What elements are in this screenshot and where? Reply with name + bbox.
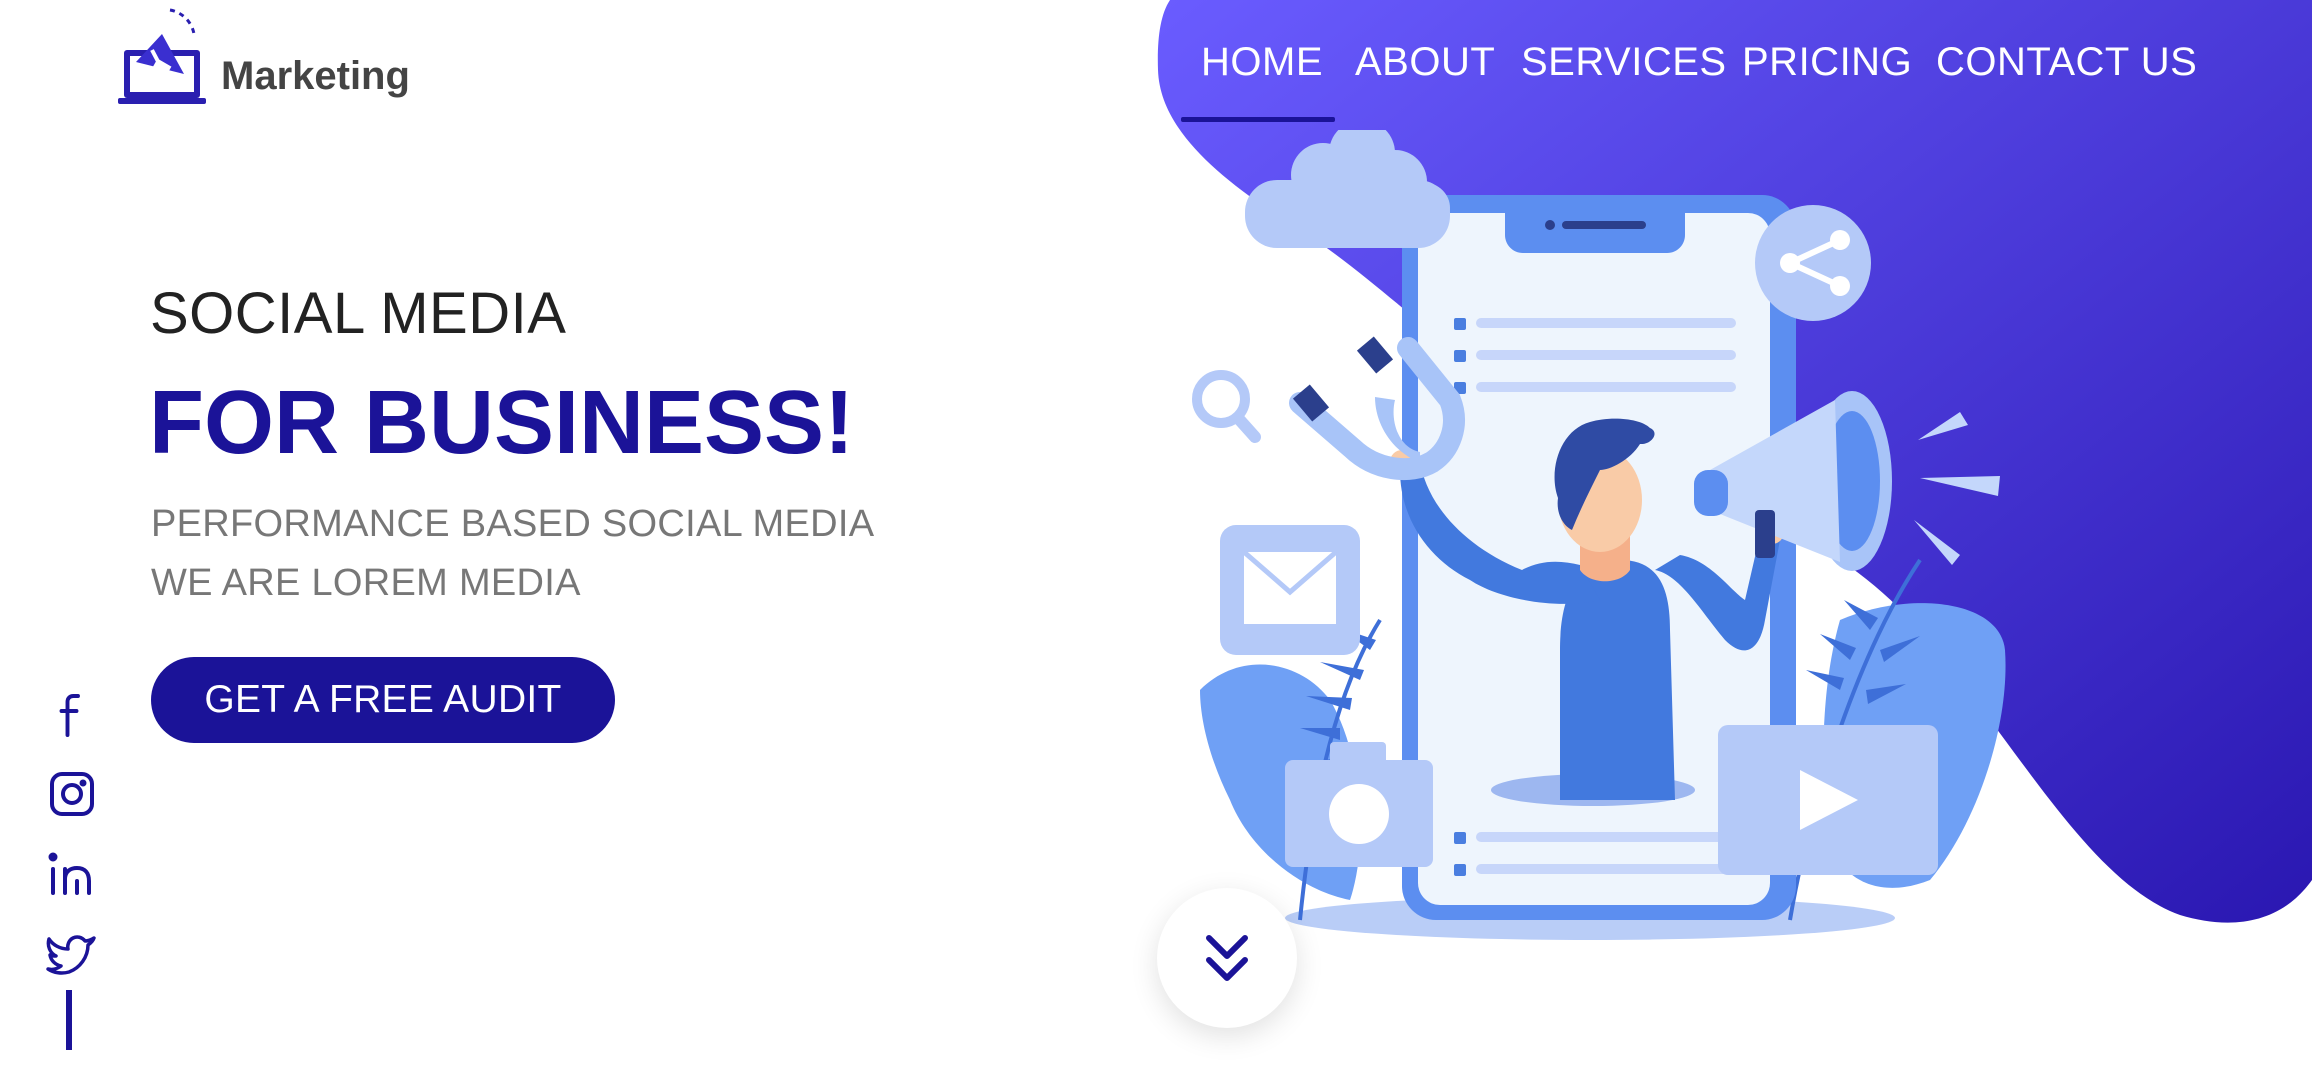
hero-tagline-line2: WE ARE LOREM MEDIA (151, 562, 581, 604)
twitter-icon[interactable] (46, 928, 98, 980)
search-icon (1192, 370, 1261, 443)
mail-icon (1220, 525, 1360, 655)
free-audit-button[interactable]: GET A FREE AUDIT (151, 657, 615, 743)
facebook-icon[interactable] (46, 688, 98, 740)
nav-item-pricing[interactable]: PRICING (1742, 40, 1912, 85)
share-icon (1755, 205, 1871, 321)
nav-active-indicator (1181, 117, 1335, 122)
nav-item-services[interactable]: SERVICES (1521, 40, 1727, 85)
instagram-icon[interactable] (46, 768, 98, 820)
camera-icon (1285, 742, 1433, 867)
brand-name: Marketing (221, 54, 410, 98)
nav-item-home[interactable]: HOME (1201, 40, 1323, 85)
hero-subtitle: SOCIAL MEDIA (150, 281, 567, 346)
cloud-icon (1245, 130, 1450, 248)
social-divider (66, 990, 72, 1050)
double-chevron-down-icon (1206, 935, 1248, 981)
nav-item-contact-us[interactable]: CONTACT US (1936, 40, 2197, 85)
nav-item-about[interactable]: ABOUT (1355, 40, 1495, 85)
scroll-down-button[interactable] (1157, 888, 1297, 1028)
hero-tagline-line1: PERFORMANCE BASED SOCIAL MEDIA (151, 503, 875, 545)
hero-title: FOR BUSINESS! (149, 373, 855, 473)
linkedin-icon[interactable] (46, 848, 98, 900)
brand-logo[interactable]: Marketing (118, 4, 438, 114)
landing-page: Marketing HOME ABOUT SERVICES PRICING CO… (0, 0, 2312, 1082)
play-icon (1718, 725, 1938, 875)
megaphone-laptop-icon (118, 8, 206, 104)
social-media-marketing-illustration (1192, 130, 2006, 940)
